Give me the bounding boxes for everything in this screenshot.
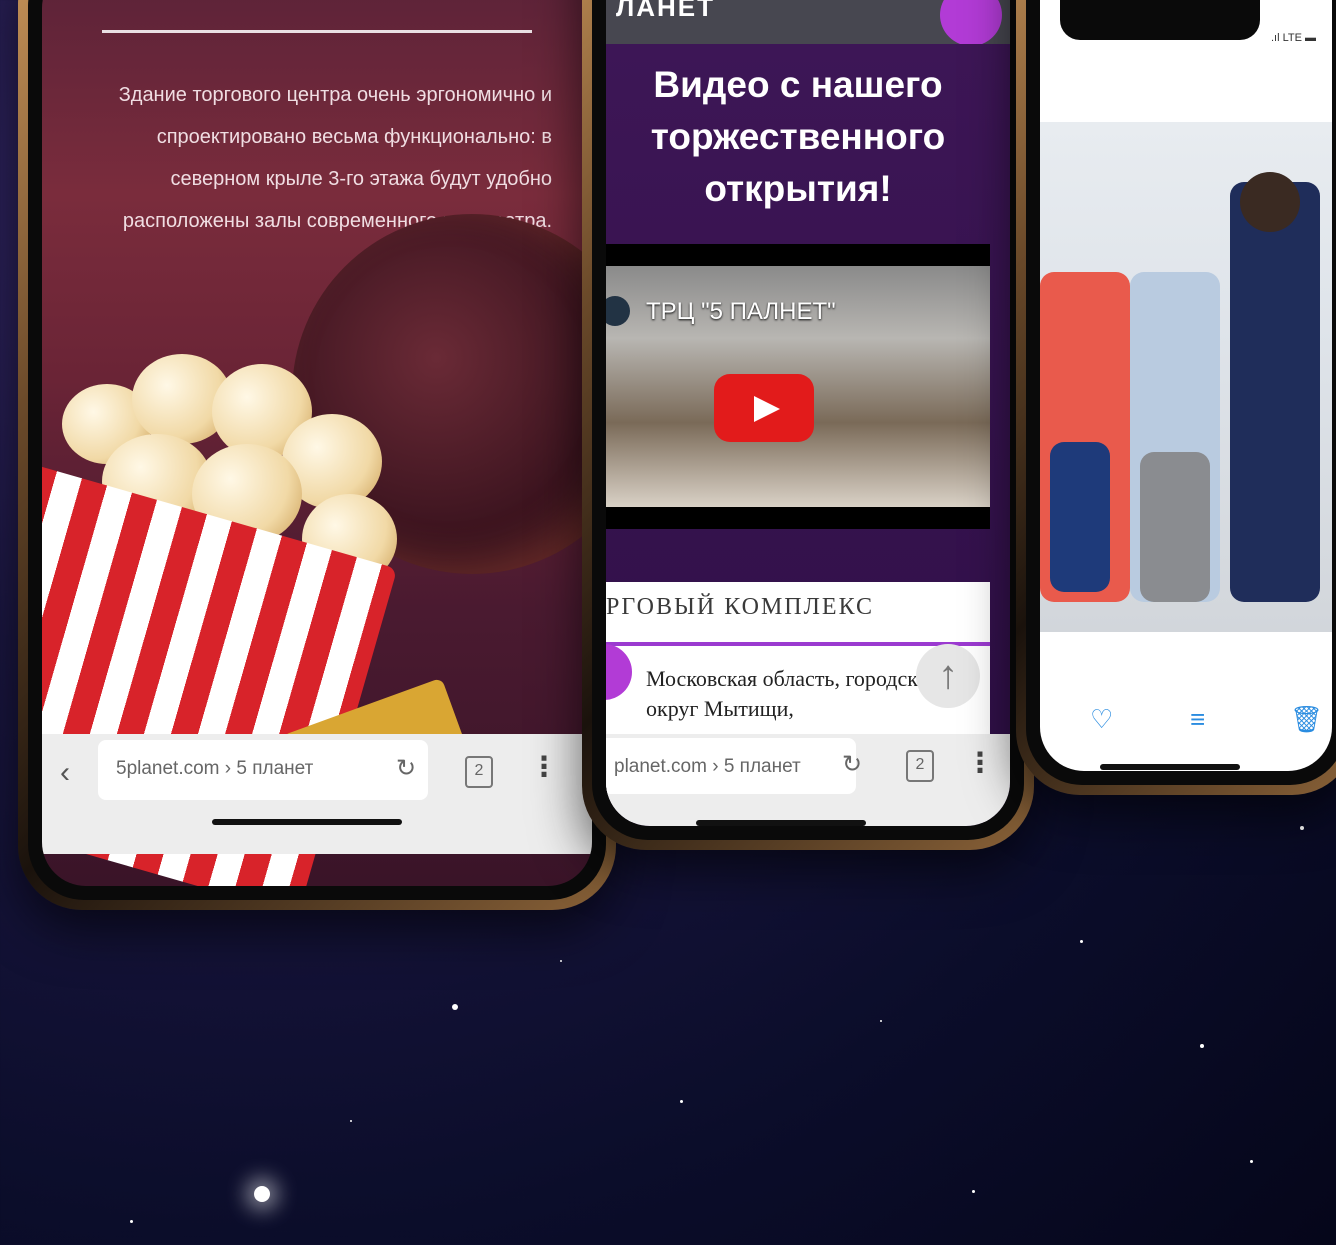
photo-toolbar: ♡ ≡ 🗑 xyxy=(1040,694,1332,744)
section-header: РГОВЫЙ КОМПЛЕКС xyxy=(606,594,874,620)
video-section-title: Видео с нашего торжественного открытия! xyxy=(650,64,946,209)
location-badge xyxy=(606,644,632,700)
play-icon[interactable] xyxy=(714,374,814,442)
phone1-screen: Здание торгового центра очень эргономичн… xyxy=(42,0,592,886)
event-photo[interactable] xyxy=(1040,122,1332,632)
reload-icon[interactable]: ↻ xyxy=(842,750,862,779)
video-thumbnail[interactable]: ТРЦ "5 ПАЛНЕТ" xyxy=(606,266,990,507)
accent-line xyxy=(606,642,990,646)
kebab-menu-icon[interactable]: ⋮ xyxy=(530,750,558,783)
chevron-left-icon[interactable]: ‹ xyxy=(60,756,70,790)
phone-mockup-cinema: Здание торгового центра очень эргономичн… xyxy=(18,0,616,910)
browser-toolbar: planet.com › 5 планет ↻ 2 ⋮ xyxy=(606,734,1010,826)
status-bar: .ıl LTE ▬ xyxy=(1270,32,1316,44)
address-bar[interactable]: 5planet.com › 5 планет xyxy=(98,740,428,800)
kebab-menu-icon[interactable]: ⋮ xyxy=(966,746,994,779)
phone-mockup-video: ЛАНЕТ Видео с нашего торжественного откр… xyxy=(582,0,1034,850)
heart-icon[interactable]: ♡ xyxy=(1090,704,1113,735)
divider xyxy=(102,30,532,33)
tabs-icon[interactable]: 2 xyxy=(906,750,934,782)
reload-icon[interactable]: ↻ xyxy=(396,754,416,783)
browser-toolbar: ‹ 5planet.com › 5 планет ↻ 2 ⋮ xyxy=(42,734,592,854)
sliders-icon[interactable]: ≡ xyxy=(1190,704,1205,735)
video-title[interactable]: ТРЦ "5 ПАЛНЕТ" xyxy=(646,298,836,326)
address-bar[interactable]: planet.com › 5 планет xyxy=(606,738,856,794)
site-logo[interactable]: ЛАНЕТ xyxy=(616,0,715,23)
video-player[interactable]: ТРЦ "5 ПАЛНЕТ" xyxy=(606,244,990,529)
home-indicator[interactable] xyxy=(212,819,402,825)
channel-avatar[interactable] xyxy=(606,296,630,326)
phone2-screen: ЛАНЕТ Видео с нашего торжественного откр… xyxy=(606,0,1010,826)
menu-badge[interactable] xyxy=(940,0,1002,46)
home-indicator[interactable] xyxy=(696,820,866,826)
arrow-up-icon[interactable]: ↑ xyxy=(916,644,980,708)
tabs-icon[interactable]: 2 xyxy=(465,756,493,788)
notch xyxy=(1060,0,1260,40)
phone-mockup-photo: .ıl LTE ▬ ♡ ≡ 🗑 xyxy=(1016,0,1336,795)
site-header: ЛАНЕТ xyxy=(606,0,1010,46)
trash-icon[interactable]: 🗑 xyxy=(1290,704,1323,735)
home-indicator[interactable] xyxy=(1100,764,1240,770)
phone3-screen: .ıl LTE ▬ ♡ ≡ 🗑 xyxy=(1040,0,1332,771)
